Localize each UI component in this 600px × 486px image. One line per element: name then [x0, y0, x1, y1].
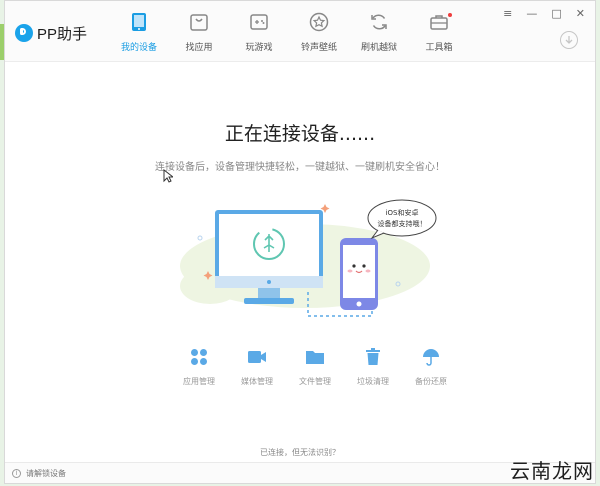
nav-ringtones-wallpapers[interactable]: 铃声壁纸	[289, 11, 349, 59]
menu-button[interactable]: ≡	[503, 7, 512, 20]
mouse-cursor-icon	[163, 169, 173, 183]
bag-icon	[188, 11, 210, 33]
app-window: PP助手 我的设备 找应用 玩游戏 铃声壁纸 刷机越狱 工具箱 ≡ — □ ✕ …	[4, 0, 596, 484]
top-toolbar: PP助手 我的设备 找应用 玩游戏 铃声壁纸 刷机越狱 工具箱 ≡ — □ ✕	[5, 1, 595, 62]
feature-label: 媒体管理	[241, 377, 273, 386]
feature-backup-restore[interactable]: 备份还原	[402, 346, 460, 387]
feature-file-management[interactable]: 文件管理	[286, 346, 344, 387]
connected-but-unrecognized-link[interactable]: 已连接，但无法识别？	[5, 447, 595, 458]
toolbox-icon	[428, 11, 450, 33]
window-controls: ≡ — □ ✕	[503, 7, 585, 20]
nav-play-games[interactable]: 玩游戏	[229, 11, 289, 59]
feature-media-management[interactable]: 媒体管理	[228, 346, 286, 387]
minimize-button[interactable]: —	[526, 7, 537, 20]
download-manager-button[interactable]	[560, 31, 578, 49]
speech-bubble: iOS和安卓 设备都支持哦！	[367, 199, 437, 240]
refresh-icon	[368, 11, 390, 33]
video-camera-icon	[246, 346, 268, 368]
status-text: 请解锁设备	[26, 468, 66, 478]
info-icon: i	[12, 468, 21, 478]
close-button[interactable]: ✕	[576, 7, 585, 20]
trash-icon	[362, 346, 384, 368]
pp-logo-icon	[15, 24, 33, 42]
nav-label: 玩游戏	[245, 43, 273, 53]
nav-my-device[interactable]: 我的设备	[109, 11, 169, 59]
status-bar: i 请解锁设备	[5, 462, 595, 483]
watermark-text: 云南龙网	[510, 459, 594, 483]
star-icon	[308, 11, 330, 33]
phone-icon	[128, 11, 150, 33]
folder-icon	[304, 346, 326, 368]
download-icon	[565, 36, 573, 44]
feature-app-management[interactable]: 应用管理	[170, 346, 228, 387]
feature-junk-cleanup[interactable]: 垃圾清理	[344, 346, 402, 387]
feature-label: 备份还原	[415, 377, 447, 386]
main-nav: 我的设备 找应用 玩游戏 铃声壁纸 刷机越狱 工具箱	[109, 11, 469, 59]
nav-toolbox[interactable]: 工具箱	[409, 11, 469, 59]
bubble-text-line1: iOS和安卓	[386, 208, 419, 217]
bubble-text-line2: 设备都支持哦！	[378, 219, 427, 228]
nav-label: 工具箱	[425, 43, 453, 53]
feature-label: 应用管理	[183, 377, 215, 386]
nav-flash-jailbreak[interactable]: 刷机越狱	[349, 11, 409, 59]
connect-device-illustration: iOS和安卓 设备都支持哦！	[180, 199, 437, 317]
nav-find-apps[interactable]: 找应用	[169, 11, 229, 59]
nav-label: 我的设备	[120, 43, 157, 53]
app-name: PP助手	[37, 25, 88, 43]
feature-label: 文件管理	[299, 377, 331, 386]
feature-label: 垃圾清理	[357, 377, 389, 386]
maximize-button[interactable]: □	[551, 7, 561, 20]
nav-label: 刷机越狱	[360, 43, 397, 53]
connecting-title: 正在连接设备......	[224, 123, 376, 145]
connecting-subtitle: 连接设备后，设备管理快捷轻松，一键越狱、一键刷机安全省心！	[155, 162, 445, 173]
nav-label: 找应用	[185, 43, 213, 53]
phone-mascot-icon	[340, 238, 378, 310]
nav-label: 铃声壁纸	[300, 43, 337, 53]
feature-shortcuts: 应用管理 媒体管理 文件管理 垃圾清理 备份还原	[170, 346, 460, 387]
gamepad-icon	[248, 11, 270, 33]
umbrella-icon	[420, 346, 442, 368]
app-logo[interactable]: PP助手	[15, 21, 87, 45]
notification-badge	[448, 13, 452, 17]
apps-grid-icon	[188, 346, 210, 368]
